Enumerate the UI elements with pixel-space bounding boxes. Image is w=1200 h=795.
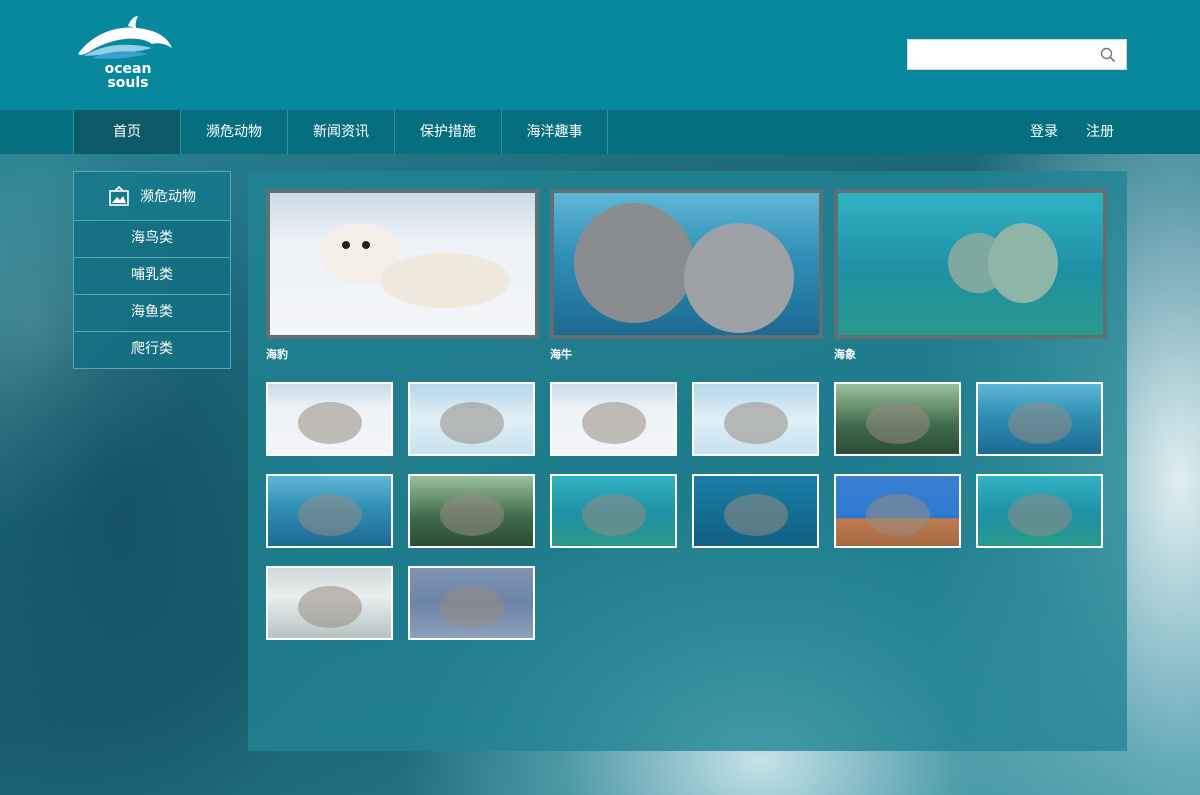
thumbnail-photo (410, 476, 533, 546)
logo-line-1: ocean (104, 61, 152, 77)
thumbnail-photo (268, 384, 391, 454)
animal-shape (724, 494, 788, 536)
featured-image-walrus[interactable] (834, 189, 1107, 339)
seal-photo (270, 193, 535, 335)
header: ocean souls (0, 0, 1200, 110)
thumbnail-photo (268, 568, 391, 638)
logo[interactable]: ocean souls (72, 14, 176, 94)
gallery-panel: 海豹 海牛 海象 (248, 171, 1127, 751)
dolphin-icon (78, 16, 172, 59)
thumbnail-photo (694, 384, 817, 454)
search-icon[interactable] (1100, 47, 1116, 63)
thumbnail-photo (552, 476, 675, 546)
featured-image-seal[interactable] (266, 189, 539, 339)
featured-card: 海豹 (266, 189, 539, 362)
sidebar-header-label: 濒危动物 (140, 189, 196, 205)
thumbnail-image[interactable] (408, 382, 535, 456)
sidebar: 濒危动物 海鸟类 哺乳类 海鱼类 爬行类 (73, 171, 231, 369)
thumbnail-image[interactable] (692, 382, 819, 456)
animal-shape (440, 494, 504, 536)
search-input[interactable] (908, 40, 1093, 69)
thumbnail-photo (978, 476, 1101, 546)
register-link[interactable]: 注册 (1086, 110, 1114, 154)
walrus-photo (838, 193, 1103, 335)
thumbnail-photo (836, 384, 959, 454)
thumbnail-photo (410, 384, 533, 454)
thumbnail-image[interactable] (266, 474, 393, 548)
sidebar-header[interactable]: 濒危动物 (73, 171, 231, 221)
featured-card: 海象 (834, 189, 1107, 362)
animal-shape (298, 586, 362, 628)
animal-shape (1008, 402, 1072, 444)
featured-label-walrus: 海象 (834, 348, 856, 361)
animal-shape (440, 586, 504, 628)
animal-shape (298, 494, 362, 536)
gallery-icon (109, 185, 129, 206)
search-box (907, 39, 1127, 70)
thumbnail-photo (552, 384, 675, 454)
thumbnail-image[interactable] (692, 474, 819, 548)
thumbnail-image[interactable] (834, 382, 961, 456)
thumbnail-photo (268, 476, 391, 546)
thumbnail-photo (978, 384, 1101, 454)
login-link[interactable]: 登录 (1030, 110, 1058, 154)
animal-shape (582, 402, 646, 444)
nav-item-home[interactable]: 首页 (73, 110, 180, 154)
logo-text: ocean souls (72, 62, 192, 90)
featured-label-seal: 海豹 (266, 348, 288, 361)
animal-shape (866, 494, 930, 536)
sidebar-item-reptiles[interactable]: 爬行类 (73, 332, 231, 369)
manatee-photo (554, 193, 819, 335)
animal-shape (866, 402, 930, 444)
thumbnail-image[interactable] (266, 566, 393, 640)
thumbnail-photo (694, 476, 817, 546)
animal-shape (440, 402, 504, 444)
featured-image-manatee[interactable] (550, 189, 823, 339)
nav-item-fun-facts[interactable]: 海洋趣事 (501, 110, 608, 154)
thumbnail-photo (836, 476, 959, 546)
thumbnail-image[interactable] (976, 474, 1103, 548)
thumbnail-image[interactable] (266, 382, 393, 456)
thumbnail-image[interactable] (976, 382, 1103, 456)
nav-item-protection[interactable]: 保护措施 (394, 110, 501, 154)
sidebar-item-seabirds[interactable]: 海鸟类 (73, 221, 231, 258)
animal-shape (582, 494, 646, 536)
thumbnail-image[interactable] (834, 474, 961, 548)
thumbnail-image[interactable] (408, 566, 535, 640)
sidebar-item-mammals[interactable]: 哺乳类 (73, 258, 231, 295)
thumbnail-image[interactable] (550, 382, 677, 456)
main-nav: 首页 濒危动物 新闻资讯 保护措施 海洋趣事 登录 注册 (0, 110, 1200, 154)
featured-label-manatee: 海牛 (550, 348, 572, 361)
animal-shape (1008, 494, 1072, 536)
featured-card: 海牛 (550, 189, 823, 362)
animal-shape (724, 402, 788, 444)
sidebar-item-fish[interactable]: 海鱼类 (73, 295, 231, 332)
nav-item-news[interactable]: 新闻资讯 (287, 110, 394, 154)
thumbnail-image[interactable] (408, 474, 535, 548)
thumbnail-photo (410, 568, 533, 638)
logo-line-2: souls (107, 75, 149, 91)
nav-item-endangered[interactable]: 濒危动物 (180, 110, 287, 154)
thumbnail-image[interactable] (550, 474, 677, 548)
animal-shape (298, 402, 362, 444)
